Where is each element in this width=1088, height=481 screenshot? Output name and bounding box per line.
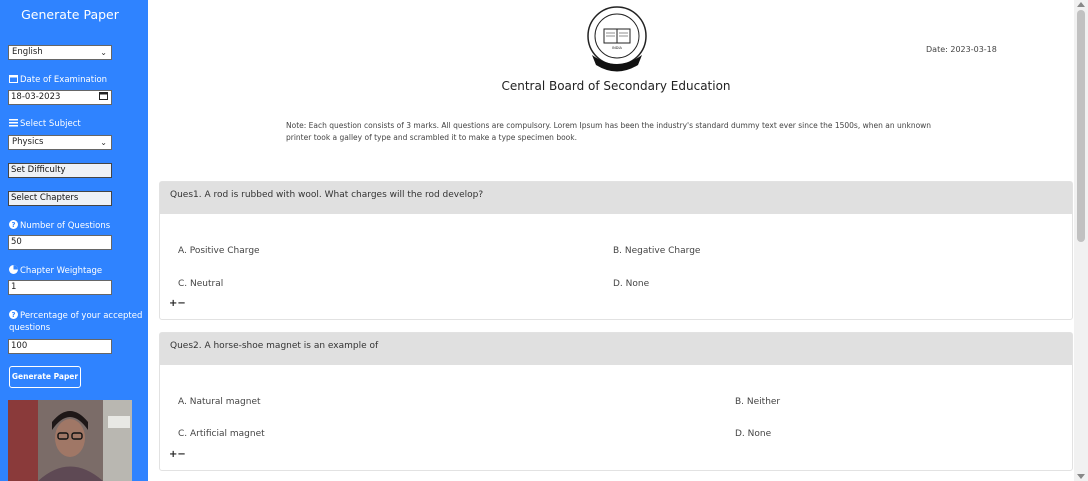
scrollbar-thumb[interactable]	[1077, 10, 1085, 242]
question-card: Ques2. A horse-shoe magnet is an example…	[159, 332, 1073, 471]
date-exam-label: Date of Examination	[9, 74, 107, 86]
scroll-down-icon[interactable]	[1077, 474, 1085, 479]
subject-label: Select Subject	[9, 118, 81, 130]
date-exam-label-text: Date of Examination	[20, 75, 108, 85]
exam-date: Date: 2023-03-18	[926, 45, 997, 54]
webcam-preview	[8, 400, 132, 481]
option-a[interactable]: A. Positive Charge	[178, 246, 260, 256]
chapter-weightage-label-text: Chapter Weightage	[20, 266, 103, 276]
option-d[interactable]: D. None	[735, 429, 771, 439]
instructions-note: Note: Each question consists of 3 marks.…	[286, 121, 932, 142]
accepted-pct-label-text: Percentage of your accepted questions	[9, 311, 143, 333]
list-icon	[9, 118, 18, 127]
chapter-weightage-input[interactable]: 1	[8, 280, 112, 295]
date-exam-input[interactable]: 18-03-2023	[8, 90, 112, 105]
add-remove-controls[interactable]: +−	[169, 298, 186, 309]
language-value: English	[12, 47, 43, 57]
chevron-down-icon: ⌄	[100, 48, 107, 57]
scroll-up-icon[interactable]	[1077, 2, 1085, 7]
scrollbar[interactable]	[1074, 0, 1088, 481]
option-c[interactable]: C. Artificial magnet	[178, 429, 265, 439]
add-remove-controls[interactable]: +−	[169, 449, 186, 460]
main-content: INDIA Date: 2023-03-18 Central Board of …	[148, 0, 1074, 481]
svg-text:INDIA: INDIA	[612, 46, 622, 50]
svg-text:?: ?	[11, 311, 15, 319]
pie-chart-icon	[9, 265, 18, 274]
generate-paper-button[interactable]: Generate Paper	[9, 366, 81, 388]
language-select[interactable]: English ⌄	[8, 45, 112, 60]
option-d[interactable]: D. None	[613, 279, 649, 289]
option-c[interactable]: C. Neutral	[178, 279, 223, 289]
num-questions-input[interactable]: 50	[8, 235, 112, 250]
chapter-weightage-label: Chapter Weightage	[9, 265, 102, 277]
accepted-pct-label: ? Percentage of your accepted questions	[9, 310, 143, 334]
option-b[interactable]: B. Neither	[735, 397, 780, 407]
sidebar: Generate Paper English ⌄ Date of Examina…	[0, 0, 148, 481]
question-card: Ques1. A rod is rubbed with wool. What c…	[159, 181, 1073, 320]
svg-text:?: ?	[11, 221, 15, 229]
date-exam-value: 18-03-2023	[11, 92, 61, 102]
cbse-logo: INDIA	[586, 3, 648, 73]
calendar-icon	[9, 74, 18, 83]
select-chapters-button[interactable]: Select Chapters	[8, 191, 112, 206]
option-a[interactable]: A. Natural magnet	[178, 397, 261, 407]
question-circle-icon: ?	[9, 220, 18, 229]
num-questions-label: ? Number of Questions	[9, 220, 110, 232]
calendar-picker-icon[interactable]	[99, 91, 108, 104]
question-circle-icon: ?	[9, 310, 18, 319]
board-title: Central Board of Secondary Education	[501, 79, 731, 93]
option-b[interactable]: B. Negative Charge	[613, 246, 700, 256]
question-text: Ques1. A rod is rubbed with wool. What c…	[160, 182, 1072, 214]
subject-select[interactable]: Physics ⌄	[8, 135, 112, 150]
question-text: Ques2. A horse-shoe magnet is an example…	[160, 333, 1072, 365]
subject-value: Physics	[12, 137, 44, 147]
accepted-pct-input[interactable]: 100	[8, 339, 112, 354]
set-difficulty-button[interactable]: Set Difficulty	[8, 163, 112, 178]
chevron-down-icon: ⌄	[100, 138, 107, 147]
sidebar-title: Generate Paper	[21, 7, 119, 22]
num-questions-label-text: Number of Questions	[20, 221, 111, 231]
subject-label-text: Select Subject	[20, 119, 81, 129]
